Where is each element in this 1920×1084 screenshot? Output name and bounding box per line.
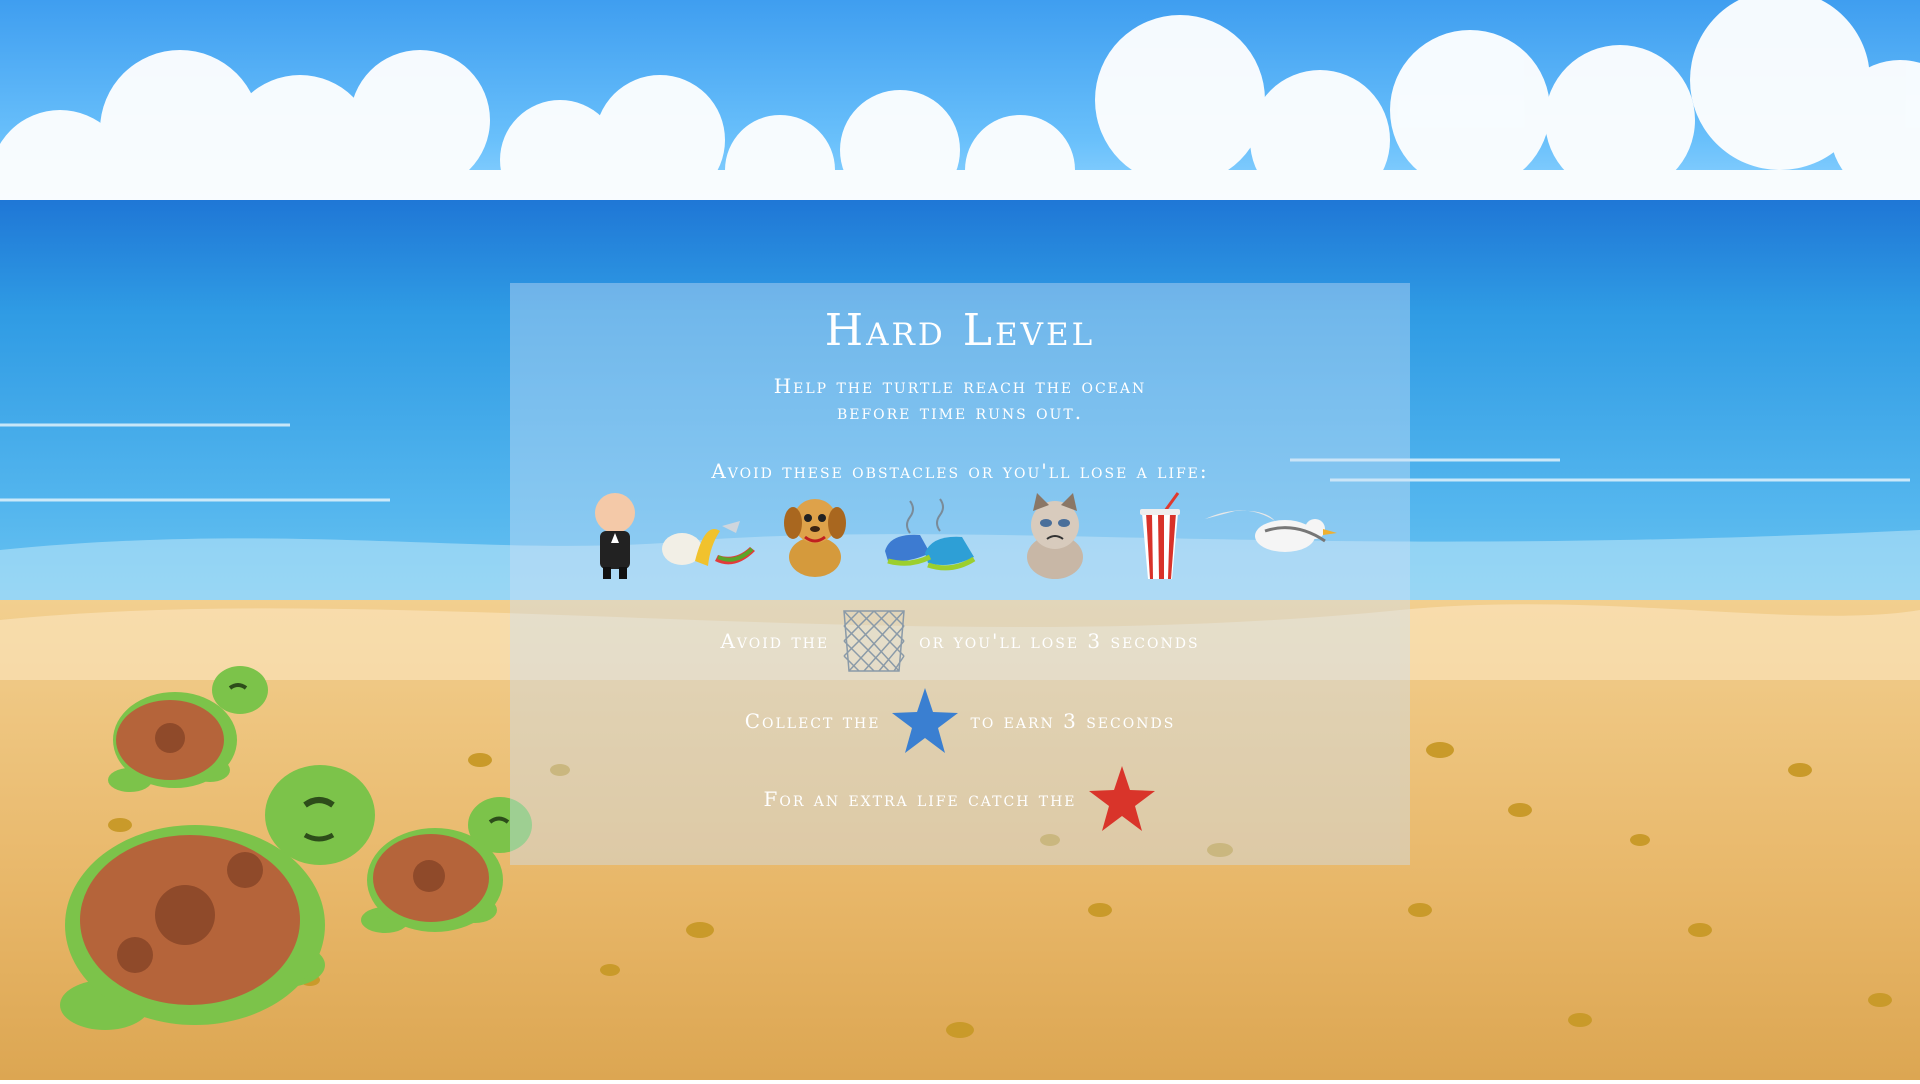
level-title: Hard Level xyxy=(824,305,1096,356)
red-star-rule-text: For an extra life catch the xyxy=(763,787,1077,811)
net-rule: Avoid the or you'll lose 3 seconds xyxy=(510,603,1410,679)
medium-turtle-icon xyxy=(361,797,532,933)
obstacles-caption: Avoid these obstacles or you'll lose a l… xyxy=(711,459,1209,483)
blue-starfish-icon xyxy=(892,688,959,753)
food-scraps-icon xyxy=(662,521,755,566)
smelly-sneakers-icon xyxy=(885,498,976,571)
intro-line-1: Help the turtle reach the ocean xyxy=(773,374,1147,398)
blue-star-rule-before: Collect the xyxy=(744,709,881,733)
grumpy-cat-icon xyxy=(1027,493,1083,579)
seagull-icon xyxy=(1205,510,1337,552)
net-rule-before: Avoid the xyxy=(720,629,830,653)
red-starfish-icon xyxy=(1088,766,1155,831)
net-rule-after: or you'll lose 3 seconds xyxy=(919,629,1200,653)
soda-cup-icon xyxy=(1140,492,1180,579)
instructions-panel: Hard Level Help the turtle reach the oce… xyxy=(510,283,1410,865)
sky xyxy=(0,0,1920,250)
blue-star-rule-after: to earn 3 seconds xyxy=(970,709,1176,733)
dog-icon xyxy=(784,499,846,577)
intro-text: Help the turtle reach the ocean before t… xyxy=(510,373,1410,425)
red-star-rule: For an extra life catch the xyxy=(510,761,1410,837)
fishing-net-icon xyxy=(843,610,905,672)
large-turtle-icon xyxy=(60,765,375,1030)
intro-line-2: before time runs out. xyxy=(836,400,1084,424)
clouds xyxy=(0,0,1920,250)
blue-star-rule: Collect the to earn 3 seconds xyxy=(510,683,1410,759)
baby-in-suit-icon xyxy=(595,493,635,579)
obstacles-row xyxy=(565,491,1355,581)
